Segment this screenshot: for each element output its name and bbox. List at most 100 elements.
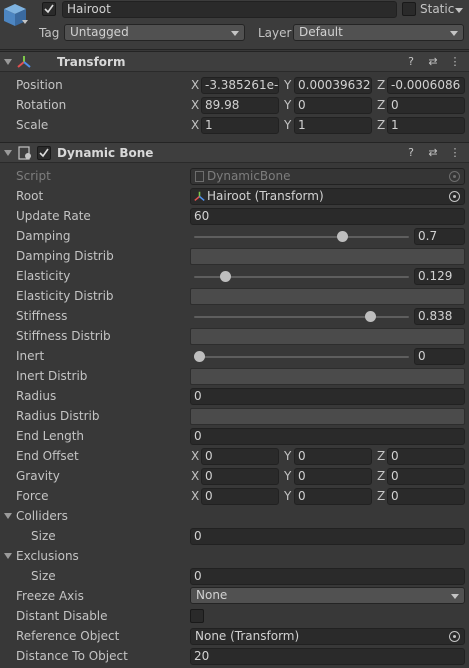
foldout-arrow-icon[interactable] [4, 513, 12, 519]
end-offset-x-field[interactable]: 0 [201, 448, 279, 465]
colliders-row[interactable]: Colliders [0, 506, 469, 526]
exclusions-row[interactable]: Exclusions [0, 546, 469, 566]
inert-distrib-curve-field[interactable] [190, 368, 465, 385]
context-menu-icon[interactable]: ⋮ [449, 146, 461, 160]
axis-y-label[interactable]: Y [284, 449, 291, 463]
update-rate-field[interactable]: 60 [190, 208, 465, 225]
axis-x-label[interactable]: X [191, 449, 199, 463]
scale-row: Scale X 1 Y 1 Z 1 [0, 115, 469, 135]
elasticity-field[interactable]: 0.129 [414, 268, 465, 285]
scale-z-field[interactable]: 1 [387, 117, 465, 134]
help-icon[interactable]: ? [405, 146, 417, 160]
radius-field[interactable]: 0 [190, 388, 465, 405]
root-object-field[interactable]: Hairoot (Transform) [190, 188, 465, 205]
gameobject-cube-icon[interactable] [2, 2, 28, 28]
scale-y-field[interactable]: 1 [294, 117, 372, 134]
damping-slider-thumb[interactable] [336, 231, 348, 242]
foldout-arrow-icon[interactable] [4, 150, 12, 156]
layer-dropdown[interactable]: Default [293, 24, 464, 41]
help-icon[interactable]: ? [405, 55, 417, 69]
dynamic-bone-component-header[interactable]: Dynamic Bone ? ⇄ ⋮ [0, 142, 469, 163]
position-z-field[interactable]: -0.0006086 [387, 77, 465, 94]
root-value: Hairoot (Transform) [207, 189, 324, 203]
radius-distrib-curve-field[interactable] [190, 408, 465, 425]
context-menu-icon[interactable]: ⋮ [449, 55, 461, 69]
presets-icon[interactable]: ⇄ [427, 55, 439, 69]
gravity-z-field[interactable]: 0 [387, 468, 465, 485]
axis-x-label[interactable]: X [191, 78, 199, 92]
damping-slider-track[interactable] [194, 236, 409, 238]
stiffness-slider-thumb[interactable] [364, 311, 376, 322]
force-x-field[interactable]: 0 [201, 488, 279, 505]
script-component-icon [18, 146, 32, 163]
foldout-arrow-icon[interactable] [4, 59, 12, 65]
layer-value: Default [299, 25, 343, 39]
rotation-y-field[interactable]: 0 [294, 97, 372, 114]
colliders-label[interactable]: Colliders [16, 509, 68, 523]
axis-x-label[interactable]: X [191, 98, 199, 112]
stiffness-field[interactable]: 0.838 [414, 308, 465, 325]
foldout-arrow-icon[interactable] [4, 553, 12, 559]
object-name-input[interactable]: Hairoot [62, 1, 397, 18]
force-z-field[interactable]: 0 [387, 488, 465, 505]
transform-component-header[interactable]: Transform ? ⇄ ⋮ [0, 51, 469, 72]
rotation-label: Rotation [16, 98, 67, 112]
colliders-size-row: Size 0 [0, 526, 469, 546]
axis-x-label[interactable]: X [191, 489, 199, 503]
active-checkbox[interactable] [42, 2, 56, 16]
root-row: Root Hairoot (Transform) [0, 186, 469, 206]
force-y-field[interactable]: 0 [294, 488, 372, 505]
component-enabled-checkbox[interactable] [37, 146, 51, 160]
rotation-x-field[interactable]: 89.98 [201, 97, 279, 114]
gravity-y-field[interactable]: 0 [294, 468, 372, 485]
axis-z-label[interactable]: Z [377, 78, 385, 92]
object-picker-icon[interactable] [449, 631, 460, 642]
static-dropdown-caret-icon[interactable] [455, 8, 463, 13]
axis-x-label[interactable]: X [191, 469, 199, 483]
scale-x-field[interactable]: 1 [201, 117, 279, 134]
static-checkbox[interactable] [402, 2, 416, 16]
inert-field[interactable]: 0 [414, 348, 465, 365]
elasticity-slider-thumb[interactable] [220, 271, 232, 282]
damping-field[interactable]: 0.7 [414, 228, 465, 245]
colliders-size-field[interactable]: 0 [190, 528, 465, 545]
position-x-field[interactable]: -3.385261e- [201, 77, 279, 94]
exclusions-label[interactable]: Exclusions [16, 549, 79, 563]
inert-slider-track[interactable] [194, 356, 409, 358]
axis-y-label[interactable]: Y [284, 489, 291, 503]
axis-y-label[interactable]: Y [284, 469, 291, 483]
damping-distrib-curve-field[interactable] [190, 248, 465, 265]
end-length-field[interactable]: 0 [190, 428, 465, 445]
end-offset-z-field[interactable]: 0 [387, 448, 465, 465]
distance-to-object-field[interactable]: 20 [190, 648, 465, 665]
position-y-field[interactable]: 0.00039632 [294, 77, 372, 94]
axis-z-label[interactable]: Z [377, 469, 385, 483]
script-row: Script DynamicBone [0, 166, 469, 186]
reference-object-field[interactable]: None (Transform) [190, 628, 465, 645]
object-picker-icon[interactable] [449, 191, 460, 202]
end-offset-y-field[interactable]: 0 [294, 448, 372, 465]
axis-y-label[interactable]: Y [284, 78, 291, 92]
elasticity-distrib-curve-field[interactable] [190, 288, 465, 305]
freeze-axis-row: Freeze Axis None [0, 586, 469, 606]
stiffness-slider-track[interactable] [194, 316, 409, 318]
stiffness-distrib-curve-field[interactable] [190, 328, 465, 345]
rotation-z-field[interactable]: 0 [387, 97, 465, 114]
icon-dropdown-caret-icon[interactable] [22, 20, 28, 24]
axis-y-label[interactable]: Y [284, 118, 291, 132]
axis-z-label[interactable]: Z [377, 98, 385, 112]
axis-z-label[interactable]: Z [377, 118, 385, 132]
distant-disable-checkbox[interactable] [190, 609, 204, 623]
stiffness-distrib-label: Stiffness Distrib [16, 329, 111, 343]
axis-y-label[interactable]: Y [284, 98, 291, 112]
exclusions-size-field[interactable]: 0 [190, 568, 465, 585]
inert-slider-thumb[interactable] [194, 351, 205, 362]
gravity-x-field[interactable]: 0 [201, 468, 279, 485]
axis-x-label[interactable]: X [191, 118, 199, 132]
tag-dropdown[interactable]: Untagged [64, 24, 245, 41]
axis-z-label[interactable]: Z [377, 449, 385, 463]
presets-icon[interactable]: ⇄ [427, 146, 439, 160]
axis-z-label[interactable]: Z [377, 489, 385, 503]
inert-distrib-row: Inert Distrib [0, 366, 469, 386]
freeze-axis-dropdown[interactable]: None [190, 587, 465, 604]
